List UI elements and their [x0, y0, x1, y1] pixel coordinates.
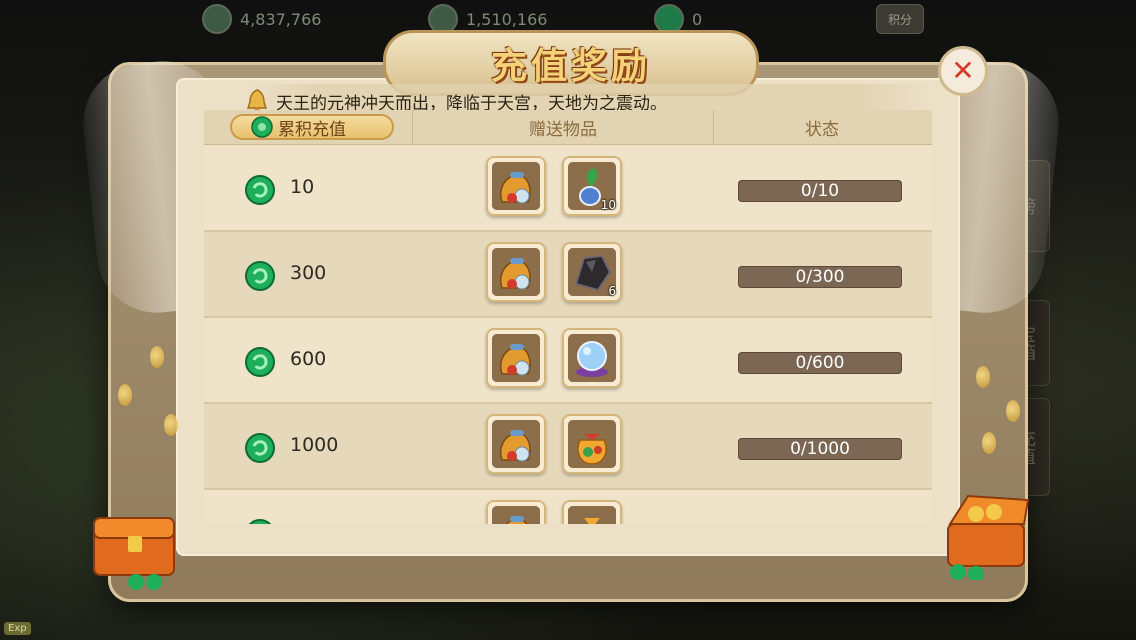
- item-quantity: 6: [608, 284, 616, 298]
- gift-bag-icon: [492, 506, 540, 524]
- status-progress-bar: 0/1000: [738, 438, 902, 460]
- treasure-chest-left-icon: [93, 517, 175, 590]
- jade-icon: [244, 346, 276, 378]
- jade-icon: [244, 518, 276, 524]
- treasure-pouch-icon: [568, 420, 616, 468]
- table-header: 累积充值 赠送物品 状态: [204, 110, 932, 145]
- jade-icon: [251, 116, 273, 138]
- jade-icon: [244, 174, 276, 206]
- treasure-chest-right-icon: [947, 494, 1030, 580]
- status-text: 0/1000: [790, 439, 850, 459]
- reward-row: 1000 0/1000: [204, 404, 932, 490]
- crystal-orb-icon: [568, 334, 616, 382]
- reward-row: 600 0/600: [204, 318, 932, 404]
- gold-coin-icon: [164, 414, 178, 436]
- header-gifts: 赠送物品: [412, 110, 714, 144]
- reward-row: 300 6 0/300: [204, 232, 932, 318]
- gift-bag-icon: [492, 334, 540, 382]
- reward-row: [204, 490, 932, 524]
- exp-badge: Exp: [4, 622, 31, 635]
- status-progress-bar: 0/300: [738, 266, 902, 288]
- item-quantity: 10: [600, 198, 616, 212]
- reward-item-slot[interactable]: [486, 414, 546, 474]
- red-pouch-icon: [568, 506, 616, 524]
- reward-item-slot[interactable]: [562, 328, 622, 388]
- gift-bag-icon: [492, 162, 540, 210]
- reward-item-slot[interactable]: [562, 414, 622, 474]
- reward-item-slot[interactable]: [486, 500, 546, 524]
- status-progress-bar: 0/600: [738, 352, 902, 374]
- score-button[interactable]: 积分: [876, 4, 924, 34]
- recharge-amount: 1000: [290, 434, 339, 456]
- silver-coin-icon: [202, 4, 232, 34]
- status-text: 0/10: [800, 181, 840, 201]
- jade-icon: [244, 432, 276, 464]
- status-text: 0/600: [795, 353, 845, 373]
- gift-bag-icon: [492, 248, 540, 296]
- recharge-amount: 600: [290, 348, 327, 370]
- reward-item-slot[interactable]: 6: [562, 242, 622, 302]
- modal-title: 充值奖励: [490, 46, 651, 87]
- status-progress-bar: 0/10: [738, 180, 902, 202]
- jade-icon: [244, 260, 276, 292]
- gift-bag-icon: [492, 420, 540, 468]
- close-button[interactable]: ✕: [938, 46, 988, 96]
- gold-coin-icon: [976, 366, 990, 388]
- reward-item-slot[interactable]: [486, 242, 546, 302]
- currency-jade-value: 0: [692, 9, 703, 29]
- currency-silver: 4,837,766: [202, 4, 321, 34]
- close-icon: ✕: [951, 54, 975, 87]
- gold-coin-icon: [118, 384, 132, 406]
- gold-coin-icon: [982, 432, 996, 454]
- reward-item-slot[interactable]: 10: [562, 156, 622, 216]
- recharge-amount: 10: [290, 176, 315, 198]
- reward-list[interactable]: 10 10 0/10 300 6 0/300 600 0/600 1000 0/1000: [204, 146, 932, 524]
- reward-item-slot[interactable]: [486, 328, 546, 388]
- reward-item-slot[interactable]: [486, 156, 546, 216]
- reward-item-slot[interactable]: [562, 500, 622, 524]
- recharge-amount: 300: [290, 262, 327, 284]
- currency-ingot-value: 1,510,166: [466, 9, 548, 29]
- gold-coin-icon: [1006, 400, 1020, 422]
- gold-coin-icon: [150, 346, 164, 368]
- header-status: 状态: [805, 119, 839, 140]
- status-text: 0/300: [795, 267, 845, 287]
- currency-silver-value: 4,837,766: [240, 9, 322, 29]
- reward-row: 10 10 0/10: [204, 146, 932, 232]
